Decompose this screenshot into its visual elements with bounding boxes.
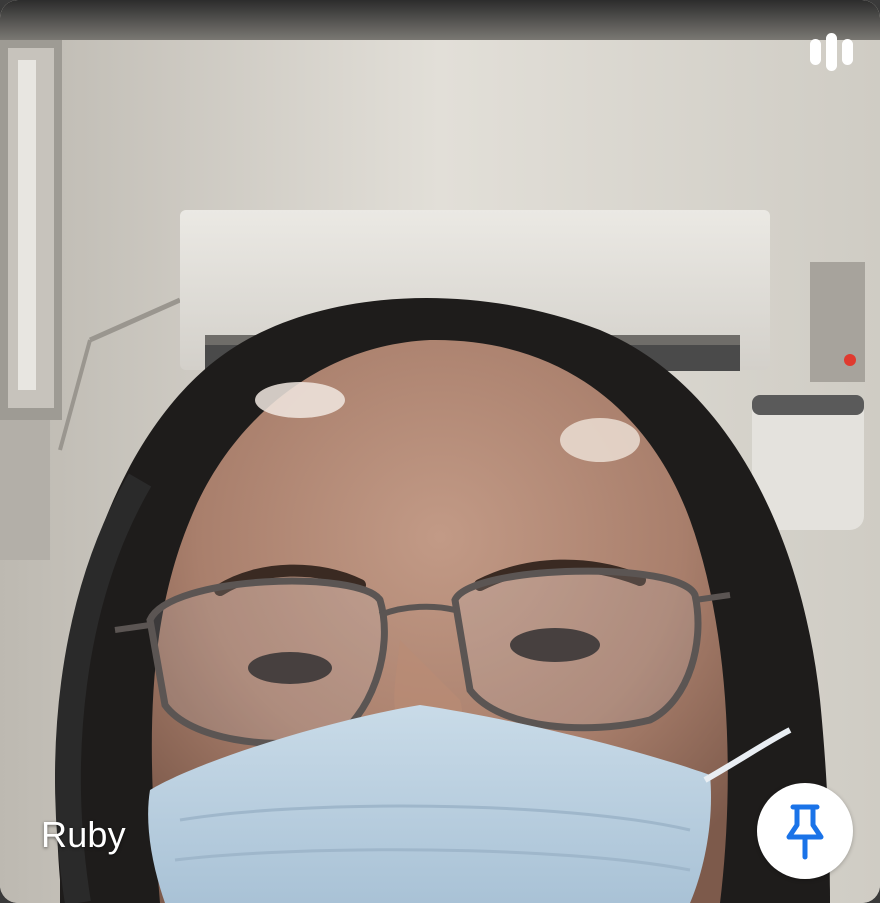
pin-icon (786, 804, 824, 860)
audio-level-bar (841, 39, 853, 65)
participant-name-label: Ruby (41, 814, 126, 855)
video-tile[interactable]: Ruby (0, 0, 880, 903)
audio-level-bars-icon (804, 30, 858, 74)
audio-level-bar (825, 33, 837, 71)
participant-video-feed (0, 0, 880, 903)
pin-button[interactable] (757, 783, 853, 879)
audio-level-bar (809, 39, 821, 65)
